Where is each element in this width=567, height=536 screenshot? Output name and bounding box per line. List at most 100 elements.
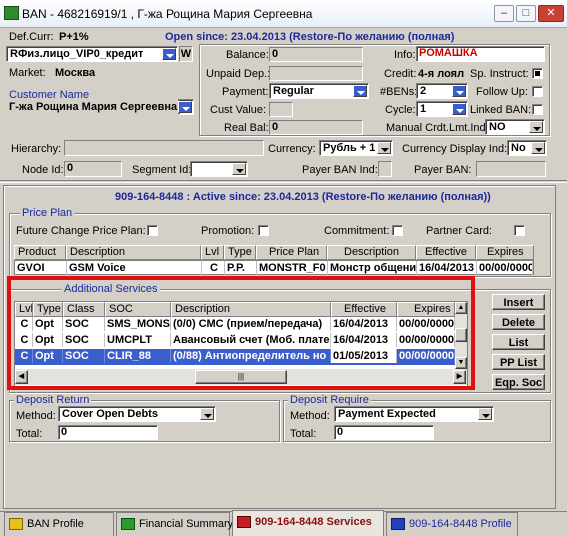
chevron-down-icon xyxy=(452,85,466,97)
cust-value-field xyxy=(269,102,293,117)
currency-display-value: No xyxy=(511,142,526,154)
follow-up-checkbox[interactable] xyxy=(532,86,543,97)
pp-col-effective[interactable]: Effective xyxy=(416,245,476,260)
partner-card-checkbox[interactable] xyxy=(514,225,525,236)
deposit-require-method-select[interactable]: Payment Expected xyxy=(334,406,494,422)
tab-financial-summary[interactable]: Financial Summary xyxy=(116,512,234,536)
deposit-return-title: Deposit Return xyxy=(14,394,92,406)
bens-label: #BENs: xyxy=(380,86,418,98)
pp-col-description[interactable]: Description xyxy=(66,245,201,260)
tab-services[interactable]: 909-164-8448 Services xyxy=(232,510,384,536)
ban-profile-icon xyxy=(9,518,23,530)
pp-col-description-2[interactable]: Description xyxy=(327,245,416,260)
chevron-down-icon xyxy=(478,408,492,420)
deposit-return-method-value: Cover Open Debts xyxy=(62,408,158,420)
chevron-down-icon xyxy=(232,163,246,175)
deposit-return-method-select[interactable]: Cover Open Debts xyxy=(58,406,216,422)
hierarchy-field xyxy=(64,140,264,156)
deposit-require-total-field[interactable]: 0 xyxy=(334,425,434,440)
chevron-down-icon xyxy=(178,101,192,113)
deposit-require-method-label: Method: xyxy=(290,410,330,422)
insert-button[interactable]: Insert xyxy=(492,294,545,310)
pp-col-lvl[interactable]: Lvl xyxy=(201,245,224,260)
tab-financial-summary-label: Financial Summary xyxy=(139,518,234,530)
currency-value: Рубль + 1 xyxy=(323,142,376,154)
minimize-button[interactable]: – xyxy=(494,5,514,22)
commitment-label: Commitment: xyxy=(324,225,390,237)
pp-col-price-plan[interactable]: Price Plan xyxy=(256,245,327,260)
deposit-return-total-label: Total: xyxy=(16,428,43,440)
deposit-require-title: Deposit Require xyxy=(288,394,371,406)
pp-cell-description: GSM Voice xyxy=(67,261,202,275)
info-field[interactable]: РОМАШКА xyxy=(416,46,545,62)
future-change-label: Future Change Price Plan: xyxy=(16,225,146,237)
bens-select[interactable]: 2 xyxy=(416,83,468,99)
price-plan-row[interactable]: GVOI GSM Voice C P.P. MONSTR_F0 Монстр о… xyxy=(14,260,534,275)
credit-value: 4-я лоял xyxy=(418,68,465,80)
pp-cell-effective: 16/04/2013 xyxy=(417,261,477,275)
bens-value: 2 xyxy=(420,85,427,97)
linked-ban-checkbox[interactable] xyxy=(532,104,543,115)
chevron-down-icon xyxy=(353,85,367,97)
balance-label: Balance: xyxy=(226,49,269,61)
payer-ban-field xyxy=(476,161,546,177)
services-icon xyxy=(237,516,251,528)
deposit-return-method-label: Method: xyxy=(16,410,56,422)
payment-select[interactable]: Regular xyxy=(269,83,369,99)
pp-cell-product: GVOI xyxy=(15,261,67,275)
account-type-select[interactable]: RФиз.лицо_VIP0_кредит xyxy=(6,46,178,62)
cycle-select[interactable]: 1 xyxy=(416,101,468,117)
segment-id-select[interactable] xyxy=(190,161,248,177)
commitment-checkbox[interactable] xyxy=(392,225,403,236)
pp-col-product[interactable]: Product xyxy=(14,245,66,260)
pp-col-type[interactable]: Type xyxy=(224,245,256,260)
deposit-return-total-field[interactable]: 0 xyxy=(58,425,158,440)
pp-cell-type: P.P. xyxy=(225,261,257,275)
account-type-flag: W xyxy=(179,46,193,62)
eqp-soc-button[interactable]: Eqp. Soc xyxy=(492,374,545,390)
subscriber-title: 909-164-8448 : Active since: 23.04.2013 … xyxy=(115,191,491,203)
pp-list-button[interactable]: PP List xyxy=(492,354,545,370)
credit-label: Credit: xyxy=(384,68,417,80)
market-value: Москва xyxy=(55,67,96,79)
sp-instruct-checkbox[interactable] xyxy=(532,68,543,79)
delete-button[interactable]: Delete xyxy=(492,314,545,330)
promotion-label: Promotion: xyxy=(201,225,255,237)
price-plan-title: Price Plan xyxy=(20,207,75,219)
app-icon xyxy=(4,6,19,20)
chevron-down-icon xyxy=(377,142,391,154)
maximize-button[interactable]: □ xyxy=(516,5,536,22)
tab-ban-profile[interactable]: BAN Profile xyxy=(4,512,114,536)
red-highlight-frame xyxy=(7,276,475,390)
tab-subscriber-profile[interactable]: 909-164-8448 Profile xyxy=(386,512,518,536)
real-bal-label: Real Bal: xyxy=(224,122,269,134)
payer-ban-label: Payer BAN: xyxy=(414,164,472,176)
market-label: Market: xyxy=(9,67,46,79)
customer-name-value: Г-жа Рощина Мария Сергеевна xyxy=(9,101,178,113)
deposit-require-total-label: Total: xyxy=(290,428,317,440)
def-curr-value: Р+1% xyxy=(59,31,89,43)
payer-ban-ind-field xyxy=(378,161,392,177)
list-button[interactable]: List xyxy=(492,334,545,350)
currency-display-select[interactable]: No xyxy=(507,140,547,156)
pp-cell-expires: 00/00/0000 xyxy=(479,261,533,275)
window-title: BAN - 468216919/1 , Г-жа Рощина Мария Се… xyxy=(22,7,313,21)
future-change-checkbox[interactable] xyxy=(147,225,158,236)
manual-crdt-label: Manual Crdt.Lmt.Ind: xyxy=(386,122,489,134)
section-divider xyxy=(0,180,567,183)
chevron-down-icon xyxy=(531,142,545,154)
subscriber-profile-icon xyxy=(391,518,405,530)
currency-select[interactable]: Рубль + 1 xyxy=(319,140,393,156)
customer-name-label: Customer Name xyxy=(9,89,90,101)
customer-name-dropdown[interactable] xyxy=(178,99,194,115)
segment-id-label: Segment Id: xyxy=(132,164,192,176)
chevron-down-icon xyxy=(529,121,543,133)
payment-value: Regular xyxy=(273,85,314,97)
tab-subscriber-profile-label: 909-164-8448 Profile xyxy=(409,518,512,530)
pp-col-expires[interactable]: Expires xyxy=(476,245,534,260)
cust-value-label: Cust Value: xyxy=(210,104,267,116)
close-button[interactable]: ✕ xyxy=(538,5,564,22)
linked-ban-label: Linked BAN: xyxy=(470,104,532,116)
manual-crdt-select[interactable]: NO xyxy=(485,119,545,135)
promotion-checkbox[interactable] xyxy=(258,225,269,236)
